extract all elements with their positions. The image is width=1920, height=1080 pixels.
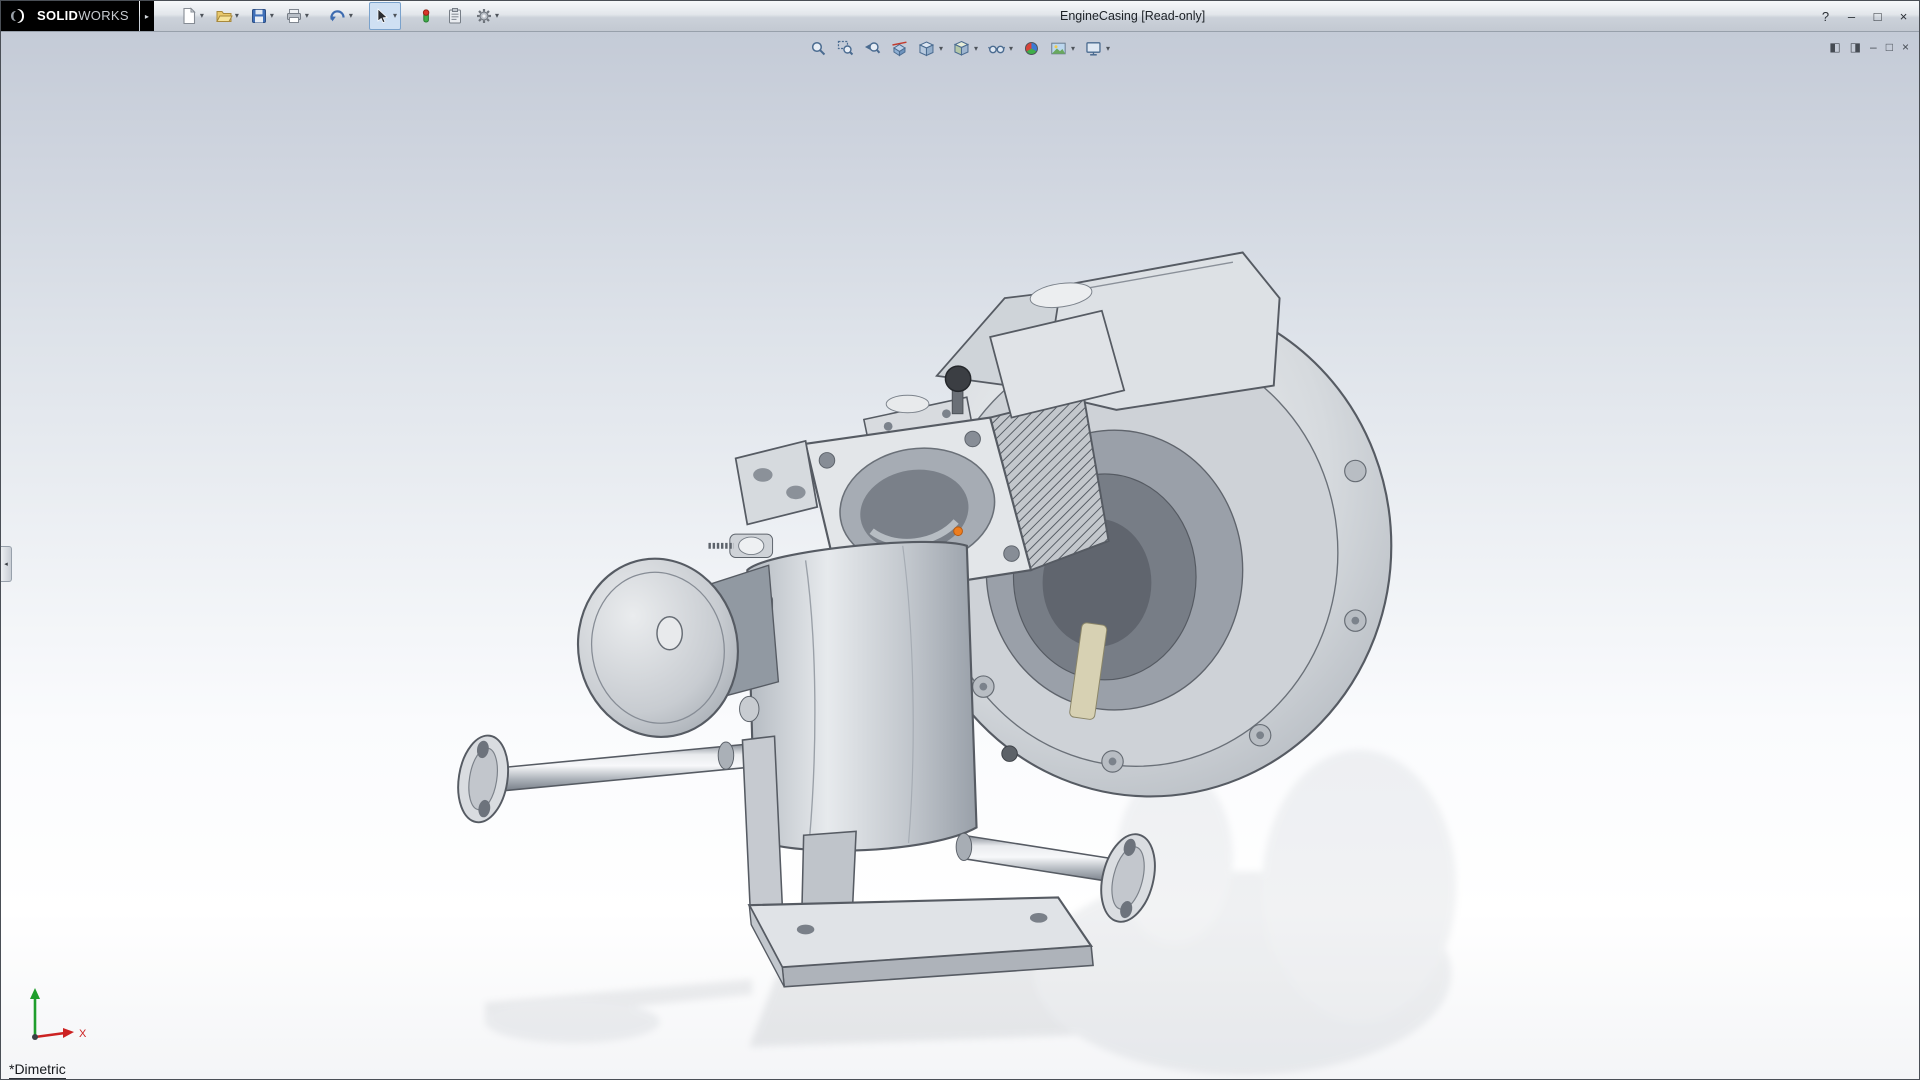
print-button[interactable]: ▾	[281, 2, 313, 30]
caret-down-icon[interactable]: ▾	[200, 12, 204, 20]
view-settings-button[interactable]: ▾	[1083, 38, 1112, 59]
document-minimize-button[interactable]: –	[1870, 40, 1877, 54]
caret-down-icon[interactable]: ▾	[1071, 44, 1075, 53]
file-properties-icon	[448, 8, 461, 24]
minimize-button[interactable]: –	[1844, 9, 1859, 24]
previous-view-icon	[864, 42, 881, 54]
caret-down-icon[interactable]: ▾	[974, 44, 978, 53]
selection-point-marker	[953, 526, 963, 537]
apply-scene-button[interactable]: ▾	[1048, 38, 1077, 59]
edit-appearance-ball-icon	[1025, 42, 1039, 55]
zoom-to-fit-icon	[811, 41, 826, 56]
new-document-button[interactable]: ▾	[176, 2, 208, 30]
edit-appearance-button[interactable]	[1021, 38, 1042, 59]
view-orientation-cube-icon	[918, 41, 935, 57]
options-button[interactable]: ▾	[471, 2, 503, 30]
help-button[interactable]: ?	[1818, 9, 1833, 24]
open-folder-icon	[216, 11, 233, 22]
x-axis-label: X	[79, 1028, 87, 1040]
x-axis-arrow-icon	[63, 1028, 74, 1038]
engine-casing-model[interactable]	[1, 32, 1919, 1079]
document-close-button[interactable]: ×	[1902, 40, 1909, 54]
print-icon	[286, 9, 301, 23]
document-window-controls: ◧ ◨ – □ ×	[1829, 40, 1909, 54]
caret-down-icon[interactable]: ▾	[393, 12, 397, 20]
undo-button[interactable]: ▾	[325, 2, 357, 30]
maximize-button[interactable]: □	[1870, 9, 1885, 24]
section-view-button[interactable]	[889, 38, 910, 59]
heads-up-view-toolbar: ▾ ▾ ▾ ▾ ▾	[808, 38, 1112, 59]
save-floppy-icon	[251, 9, 266, 23]
view-settings-icon	[1086, 42, 1101, 56]
caret-down-icon[interactable]: ▾	[939, 44, 943, 53]
new-document-icon	[183, 7, 196, 25]
logo-text-solid: SOLID	[37, 8, 79, 23]
zoom-to-area-button[interactable]	[835, 38, 856, 59]
save-button[interactable]: ▾	[246, 2, 278, 30]
display-style-icon	[953, 40, 970, 56]
caret-down-icon[interactable]: ▾	[235, 12, 239, 20]
caret-down-icon[interactable]: ▾	[305, 12, 309, 20]
document-restore-button[interactable]: □	[1886, 40, 1893, 54]
caret-down-icon[interactable]: ▾	[1106, 44, 1110, 53]
left-shaft-part[interactable]	[452, 732, 784, 911]
solidworks-window: SOLIDWORKS ▸ ▾ ▾ ▾ ▾ ▾ ▾ ▾ EngineCasing …	[0, 0, 1920, 1080]
triad-origin	[32, 1034, 38, 1040]
menu-expander-button[interactable]: ▸	[139, 1, 154, 31]
previous-view-button[interactable]	[862, 38, 883, 59]
caret-down-icon[interactable]: ▾	[1009, 44, 1013, 53]
hide-show-items-button[interactable]: ▾	[986, 38, 1015, 59]
logo-text-works: WORKS	[78, 8, 129, 23]
caret-down-icon[interactable]: ▾	[349, 12, 353, 20]
titlebar: SOLIDWORKS ▸ ▾ ▾ ▾ ▾ ▾ ▾ ▾ EngineCasing …	[1, 1, 1919, 32]
caret-down-icon[interactable]: ▾	[495, 12, 499, 20]
section-view-icon	[892, 41, 907, 57]
zoom-to-fit-button[interactable]	[808, 38, 829, 59]
standard-toolbar: ▾ ▾ ▾ ▾ ▾ ▾ ▾	[176, 1, 503, 31]
options-gear-icon	[476, 9, 491, 23]
orientation-triad: X	[30, 988, 87, 1040]
solidworks-logo: SOLIDWORKS	[1, 1, 139, 31]
logo-text: SOLIDWORKS	[37, 7, 129, 25]
undo-arrow-icon	[330, 10, 345, 22]
open-button[interactable]: ▾	[211, 2, 243, 30]
rebuild-button[interactable]	[413, 2, 439, 30]
apply-scene-icon	[1051, 42, 1066, 55]
y-axis-arrow-icon	[30, 988, 40, 999]
caret-down-icon[interactable]: ▾	[270, 12, 274, 20]
display-pane-toggle-icon[interactable]: ◨	[1850, 40, 1861, 54]
file-properties-button[interactable]	[442, 2, 468, 30]
view-orientation-label: *Dimetric	[9, 1061, 66, 1079]
featuremanager-pane-toggle-icon[interactable]: ◧	[1829, 40, 1840, 54]
window-controls: ? – □ ×	[1818, 1, 1911, 31]
collapsed-feature-pane-tab[interactable]: ◂	[1, 546, 12, 582]
zoom-to-area-icon	[837, 40, 854, 56]
close-button[interactable]: ×	[1896, 9, 1911, 24]
collapse-arrow-icon: ◂	[4, 561, 8, 568]
document-title: EngineCasing [Read-only]	[1059, 9, 1206, 23]
select-button[interactable]: ▾	[368, 2, 401, 30]
display-style-button[interactable]: ▾	[951, 38, 980, 59]
select-cursor-icon	[377, 8, 388, 24]
graphics-viewport[interactable]: ▾ ▾ ▾ ▾ ▾ ◧ ◨ – □ × ◂ X *Dimetric	[1, 32, 1919, 1079]
view-orientation-button[interactable]: ▾	[916, 38, 945, 59]
expander-arrow-icon: ▸	[144, 11, 149, 21]
rebuild-stoplight-icon	[422, 9, 430, 23]
dassault-systemes-logo-icon	[11, 9, 24, 23]
hide-show-glasses-icon	[988, 45, 1005, 54]
